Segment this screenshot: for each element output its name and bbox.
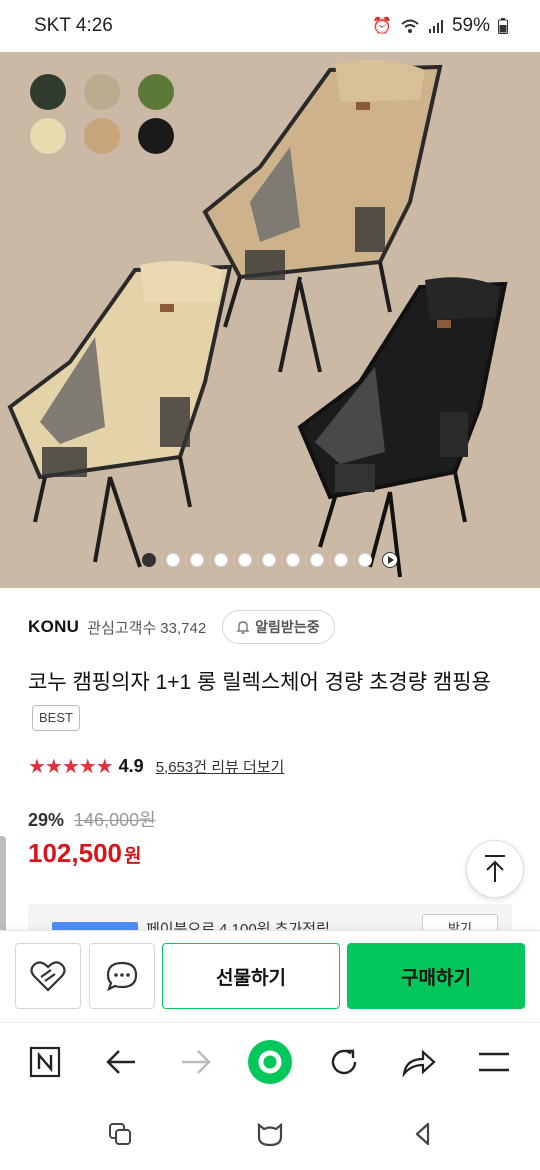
color-swatch-olive[interactable] — [138, 74, 174, 110]
carousel-video-indicator[interactable] — [382, 552, 398, 568]
color-swatch-beige[interactable] — [30, 118, 66, 154]
color-swatch-camo[interactable] — [30, 74, 66, 110]
naver-n-icon[interactable] — [22, 1039, 68, 1085]
followers-info: 관심고객수 33,742 — [87, 617, 206, 638]
carousel-dot[interactable] — [262, 553, 276, 567]
battery-icon — [498, 18, 508, 34]
brand-name[interactable]: KONU — [28, 617, 79, 637]
color-swatch-sand-camo[interactable] — [84, 74, 120, 110]
product-image-carousel[interactable] — [0, 52, 540, 588]
product-photo — [0, 52, 540, 588]
status-icons: ⏰ 59% — [372, 15, 508, 37]
sale-price: 102,500 — [28, 838, 122, 868]
carousel-dot[interactable] — [310, 553, 324, 567]
carousel-indicators — [0, 552, 540, 568]
talktalk-chat-button[interactable] — [89, 943, 155, 1009]
sale-price-unit: 원 — [123, 846, 142, 867]
carousel-dot[interactable] — [286, 553, 300, 567]
alarm-label: 알림받는중 — [255, 619, 320, 635]
notification-subscribe-button[interactable]: 알림받는중 — [222, 610, 335, 644]
recents-icon[interactable] — [104, 1118, 136, 1150]
seller-row: KONU 관심고객수 33,742 알림받는중 — [28, 610, 335, 644]
carousel-dot[interactable] — [358, 553, 372, 567]
chat-bubble-icon — [106, 961, 138, 992]
system-navigation-bar — [0, 1100, 540, 1170]
carousel-dot[interactable] — [166, 553, 180, 567]
original-price: 146,000원 — [74, 810, 156, 830]
menu-icon[interactable] — [471, 1039, 517, 1085]
carrier-time: SKT 4:26 — [34, 15, 113, 36]
scroll-to-top-button[interactable] — [466, 840, 524, 898]
bell-icon — [236, 621, 250, 634]
followers-label: 관심고객수 — [87, 619, 157, 637]
color-swatch-black[interactable] — [138, 118, 174, 154]
followers-count: 33,742 — [160, 619, 207, 637]
battery-percent: 59% — [451, 15, 490, 36]
forward-arrow-icon[interactable] — [173, 1039, 219, 1085]
carousel-dot[interactable] — [190, 553, 204, 567]
product-title: 코누 캠핑의자 1+1 롱 릴렉스체어 경량 초경량 캠핑용 BEST — [28, 664, 518, 738]
green-dot-home-icon[interactable] — [247, 1039, 293, 1085]
arrow-up-icon — [485, 855, 505, 882]
carousel-dot[interactable] — [214, 553, 228, 567]
browser-toolbar — [0, 1022, 540, 1100]
carousel-dot[interactable] — [142, 553, 156, 567]
heart-zzim-icon — [30, 961, 66, 992]
carousel-dot[interactable] — [238, 553, 252, 567]
wishlist-button[interactable] — [15, 943, 81, 1009]
rating-score: 4.9 — [118, 756, 144, 776]
home-icon[interactable] — [254, 1118, 286, 1150]
purchase-action-bar: 선물하기 구매하기 — [0, 930, 540, 1022]
product-title-text: 코누 캠핑의자 1+1 롱 릴렉스체어 경량 초경량 캠핑용 — [28, 671, 491, 694]
rating-row: ★★★★★ 4.9 5,653건 리뷰 더보기 — [28, 754, 284, 779]
wifi-icon — [401, 19, 419, 33]
discount-row: 29% 146,000원 — [28, 806, 156, 832]
carousel-dot[interactable] — [334, 553, 348, 567]
signal-icon — [428, 20, 443, 33]
gift-button[interactable]: 선물하기 — [162, 943, 340, 1009]
review-link[interactable]: 5,653건 리뷰 더보기 — [156, 756, 285, 777]
back-icon[interactable] — [406, 1118, 438, 1150]
reload-icon[interactable] — [321, 1039, 367, 1085]
star-rating-icon: ★★★★★ — [28, 756, 114, 778]
best-badge: BEST — [32, 705, 80, 732]
discount-rate: 29% — [28, 810, 65, 830]
sale-price-row: 102,500 원 — [28, 838, 141, 869]
alarm-icon: ⏰ — [372, 18, 392, 35]
color-swatch-tan[interactable] — [84, 118, 120, 154]
share-icon[interactable] — [396, 1039, 442, 1085]
status-bar: SKT 4:26 ⏰ 59% — [0, 0, 540, 52]
back-arrow-icon[interactable] — [98, 1039, 144, 1085]
buy-button[interactable]: 구매하기 — [347, 943, 525, 1009]
